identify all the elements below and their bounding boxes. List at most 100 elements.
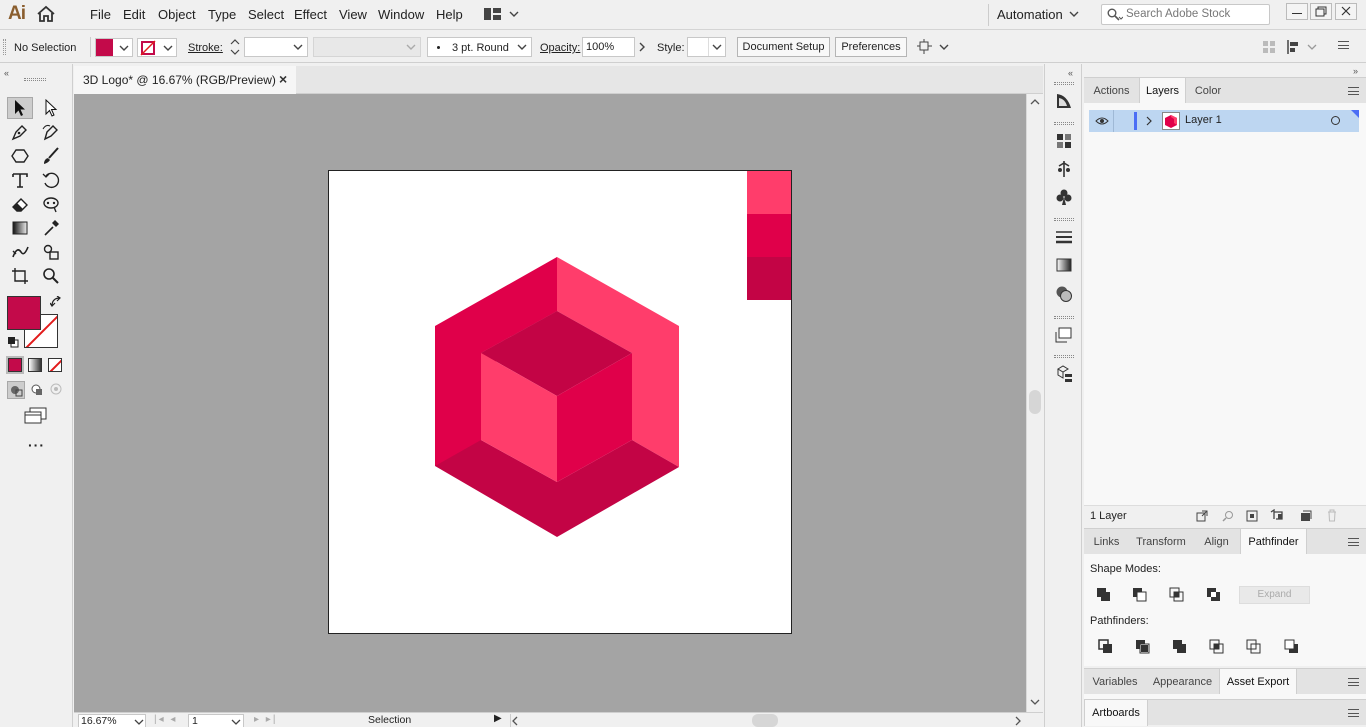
tab-asset-export[interactable]: Asset Export	[1219, 669, 1297, 695]
selection-tool[interactable]	[7, 97, 33, 119]
delete-layer-icon[interactable]	[1326, 509, 1338, 522]
color-mode-button[interactable]	[6, 356, 24, 374]
opacity-field[interactable]: 100%	[582, 37, 635, 57]
gradient-mode-button[interactable]	[28, 358, 42, 372]
layer-target-icon[interactable]	[1331, 116, 1340, 125]
change-screen-mode-icon[interactable]	[24, 407, 48, 425]
gradient-panel-icon[interactable]	[1054, 255, 1074, 275]
layer-row[interactable]: Layer 1	[1089, 110, 1359, 132]
draw-behind-icon[interactable]	[28, 381, 44, 397]
vertical-scroll-thumb[interactable]	[1029, 390, 1041, 414]
stock-search-input[interactable]: Search Adobe Stock	[1101, 4, 1270, 25]
curvature-tool[interactable]	[38, 121, 64, 143]
tab-appearance[interactable]: Appearance	[1146, 669, 1219, 695]
pathfinder-panel-menu-icon[interactable]	[1348, 538, 1359, 546]
minus-front-icon[interactable]	[1132, 587, 1148, 603]
menu-view[interactable]: View	[339, 7, 367, 22]
swatches-panel-icon[interactable]	[1054, 131, 1074, 151]
swap-fill-stroke-icon[interactable]	[50, 296, 62, 308]
new-sublayer-icon[interactable]	[1270, 509, 1284, 521]
next-last-artboard-icon[interactable]: ▸ ▸|	[254, 714, 277, 725]
menu-select[interactable]: Select	[248, 7, 284, 22]
export-icon[interactable]	[1196, 510, 1208, 522]
close-window-button[interactable]	[1335, 3, 1357, 20]
unite-icon[interactable]	[1096, 587, 1112, 603]
pen-tool[interactable]	[7, 121, 33, 143]
type-tool[interactable]	[7, 169, 33, 191]
artboards-panel-menu-icon[interactable]	[1348, 709, 1359, 717]
vertical-scrollbar[interactable]	[1026, 94, 1043, 712]
opacity-slider-toggle[interactable]	[635, 37, 649, 57]
asset-panel-menu-icon[interactable]	[1348, 678, 1359, 686]
collapse-panel-icon[interactable]: «	[4, 68, 9, 78]
menu-effect[interactable]: Effect	[294, 7, 327, 22]
shape-tool[interactable]	[7, 145, 33, 167]
stroke-weight-field[interactable]	[244, 37, 308, 57]
eraser-tool[interactable]	[7, 193, 33, 215]
stroke-label[interactable]: Stroke:	[188, 42, 223, 54]
club-symbol-icon[interactable]	[1054, 187, 1074, 207]
artboards-panel-icon[interactable]	[1054, 325, 1074, 345]
tab-artboards[interactable]: Artboards	[1084, 700, 1148, 726]
default-fill-stroke-icon[interactable]	[7, 336, 19, 348]
menu-window[interactable]: Window	[378, 7, 424, 22]
align-grid-icon[interactable]	[1262, 40, 1276, 54]
rotate-tool[interactable]	[38, 169, 64, 191]
menu-help[interactable]: Help	[436, 7, 463, 22]
tab-variables[interactable]: Variables	[1084, 669, 1146, 695]
asset-export-panel-icon[interactable]	[1054, 364, 1074, 384]
tab-pathfinder[interactable]: Pathfinder	[1240, 529, 1307, 555]
workspace-layout-icon[interactable]	[484, 7, 522, 21]
close-tab-icon[interactable]: ×	[279, 71, 287, 87]
locate-object-icon[interactable]	[1222, 510, 1234, 522]
variable-width-profile[interactable]	[313, 37, 421, 57]
draw-inside-icon[interactable]	[48, 381, 64, 397]
transparency-panel-icon[interactable]	[1054, 284, 1074, 304]
new-layer-icon[interactable]	[1300, 510, 1312, 522]
outline-icon[interactable]	[1246, 639, 1262, 655]
puppet-warp-tool[interactable]	[38, 193, 64, 215]
arrange-documents-icon[interactable]	[916, 38, 950, 56]
layer-name[interactable]: Layer 1	[1185, 114, 1222, 126]
align-objects-icon[interactable]	[1286, 39, 1320, 55]
eyedropper-tool[interactable]	[38, 217, 64, 239]
artboard-tool[interactable]	[7, 265, 33, 287]
artboard-number-field[interactable]: 1	[188, 714, 244, 727]
zoom-tool[interactable]	[38, 265, 64, 287]
edit-toolbar-icon[interactable]: ···	[28, 437, 45, 453]
menu-object[interactable]: Object	[158, 7, 196, 22]
toolbar-grip[interactable]	[24, 78, 46, 81]
opacity-label[interactable]: Opacity:	[540, 42, 580, 54]
merge-icon[interactable]	[1172, 639, 1188, 655]
direct-selection-tool[interactable]	[38, 97, 64, 119]
menu-type[interactable]: Type	[208, 7, 236, 22]
collapse-dock-icon[interactable]: «	[1068, 68, 1073, 78]
crop-icon[interactable]	[1209, 639, 1225, 655]
tab-links[interactable]: Links	[1084, 529, 1129, 555]
graphic-style-picker[interactable]	[687, 37, 726, 57]
artboard[interactable]	[328, 170, 792, 634]
chevron-down-icon[interactable]	[1069, 10, 1079, 18]
first-prev-artboard-icon[interactable]: |◂ ◂	[154, 714, 177, 725]
minus-back-icon[interactable]	[1284, 639, 1300, 655]
control-panel-menu-icon[interactable]	[1338, 41, 1349, 49]
stroke-panel-icon[interactable]	[1054, 227, 1074, 247]
gradient-tool[interactable]	[7, 217, 33, 239]
document-tab[interactable]: 3D Logo* @ 16.67% (RGB/Preview) ×	[74, 66, 296, 94]
none-mode-button[interactable]	[48, 358, 62, 372]
tab-transform[interactable]: Transform	[1129, 529, 1193, 555]
brush-definition-dropdown[interactable]: 3 pt. Round	[427, 37, 532, 57]
layers-panel-menu-icon[interactable]	[1348, 87, 1359, 95]
tab-layers[interactable]: Layers	[1139, 78, 1186, 104]
tab-align[interactable]: Align	[1193, 529, 1240, 555]
blend-tool[interactable]	[7, 241, 33, 263]
make-clipping-mask-icon[interactable]	[1246, 510, 1258, 522]
trim-icon[interactable]	[1135, 639, 1151, 655]
expand-button[interactable]: Expand	[1239, 586, 1310, 604]
document-setup-button[interactable]: Document Setup	[737, 37, 830, 57]
minimize-button[interactable]	[1286, 3, 1308, 20]
brushes-panel-icon[interactable]	[1054, 91, 1074, 111]
preferences-button[interactable]: Preferences	[835, 37, 907, 57]
tab-actions[interactable]: Actions	[1084, 78, 1139, 104]
menu-file[interactable]: File	[90, 7, 111, 22]
